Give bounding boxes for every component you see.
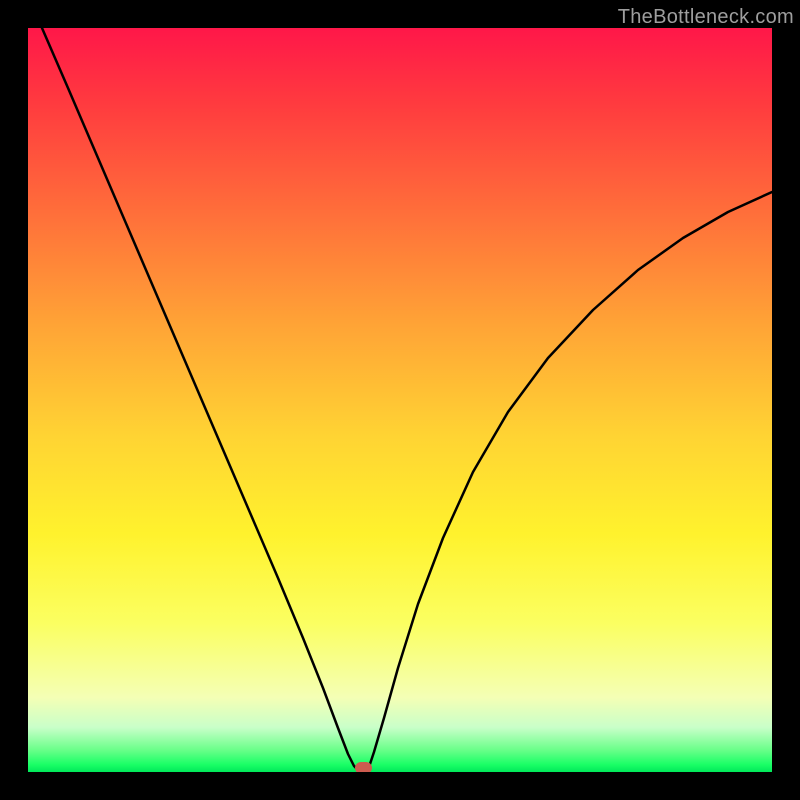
watermark-text: TheBottleneck.com <box>618 6 794 29</box>
curve-left-branch <box>42 28 358 770</box>
optimal-point-marker <box>355 762 372 772</box>
curve-right-branch <box>368 192 772 770</box>
bottleneck-curve <box>28 28 772 772</box>
plot-area <box>28 28 772 772</box>
chart-frame: TheBottleneck.com <box>0 0 800 800</box>
